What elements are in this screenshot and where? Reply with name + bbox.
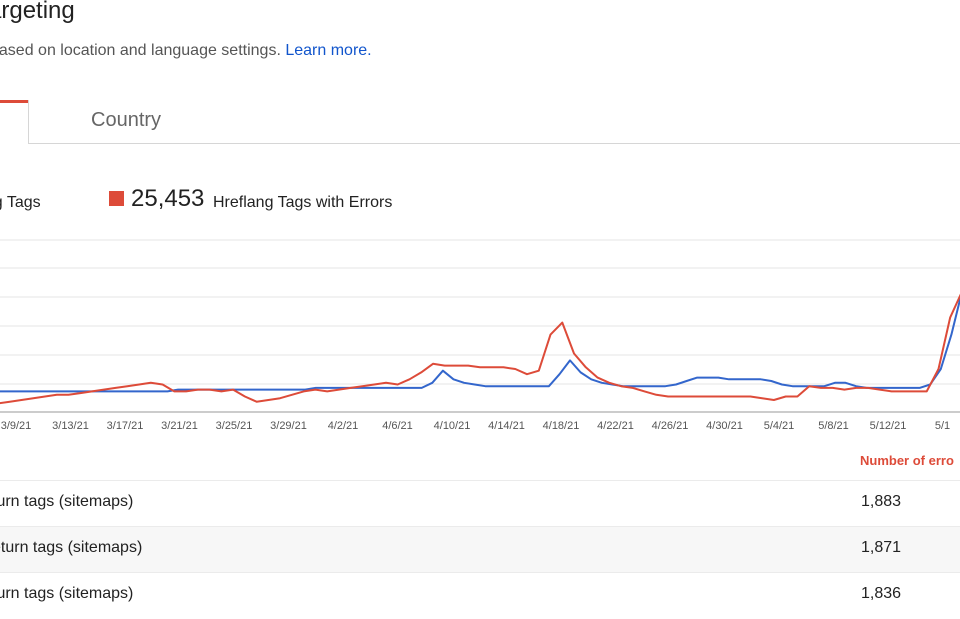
tab-active-indicator[interactable] [0, 100, 28, 103]
chart-x-tick-label: 4/30/21 [706, 420, 743, 432]
chart-x-tick-label: 5/4/21 [764, 420, 795, 432]
chart-series-line [0, 293, 960, 405]
chart-x-tick-label: 4/10/21 [434, 420, 471, 432]
table-row[interactable]: turn tags (sitemaps) 1,883 [0, 480, 960, 527]
learn-more-link[interactable]: Learn more. [285, 42, 371, 59]
table-row[interactable]: turn tags (sitemaps) 1,836 [0, 572, 960, 619]
legend-errors-swatch[interactable] [109, 191, 124, 206]
chart-x-tick-label: 4/6/21 [382, 420, 413, 432]
chart-x-tick-label: 3/17/21 [107, 420, 144, 432]
chart-x-tick-label: 3/9/21 [1, 420, 32, 432]
tab-country[interactable]: Country [91, 109, 161, 132]
table-header-number-of-errors[interactable]: Number of erro [860, 453, 954, 468]
hreflang-errors-chart: 3/9/21 3/13/21 3/17/21 3/21/21 3/25/21 3/29/2… [0, 239, 960, 432]
page-title: argeting [0, 0, 75, 24]
chart-x-tick-label: 5/12/21 [870, 420, 907, 432]
chart-series-line [0, 295, 960, 393]
chart-x-tick-label: 4/2/21 [328, 420, 359, 432]
row-name: turn tags (sitemaps) [0, 493, 134, 510]
row-value: 1,836 [861, 585, 902, 602]
chart-x-tick-label: 4/22/21 [597, 420, 634, 432]
chart-x-tick-label: 4/26/21 [652, 420, 689, 432]
description-text: based on location and language settings. [0, 42, 281, 59]
chart-x-tick-label: 3/21/21 [161, 420, 198, 432]
page-description: based on location and language settings.… [0, 42, 372, 60]
row-value: 1,883 [861, 493, 902, 510]
chart-x-tick-label: 3/13/21 [52, 420, 89, 432]
row-value: 1,871 [861, 539, 902, 556]
row-name: eturn tags (sitemaps) [0, 539, 143, 556]
chart-x-tick-label: 3/25/21 [216, 420, 253, 432]
legend-hreflang-tags-label: ang Tags [0, 194, 41, 211]
legend-errors-label: Hreflang Tags with Errors [213, 194, 393, 211]
tab-divider [28, 100, 29, 144]
chart-x-tick-label: 4/14/21 [488, 420, 525, 432]
chart-x-tick-label: 5/8/21 [818, 420, 849, 432]
legend-errors-value: 25,453 [131, 185, 205, 212]
row-name: turn tags (sitemaps) [0, 585, 134, 602]
tabs-border [28, 143, 960, 144]
chart-x-tick-label: 5/1 [935, 420, 950, 432]
chart-x-tick-label: 3/29/21 [270, 420, 307, 432]
chart-x-tick-label: 4/18/21 [543, 420, 580, 432]
table-row[interactable]: eturn tags (sitemaps) 1,871 [0, 526, 960, 573]
